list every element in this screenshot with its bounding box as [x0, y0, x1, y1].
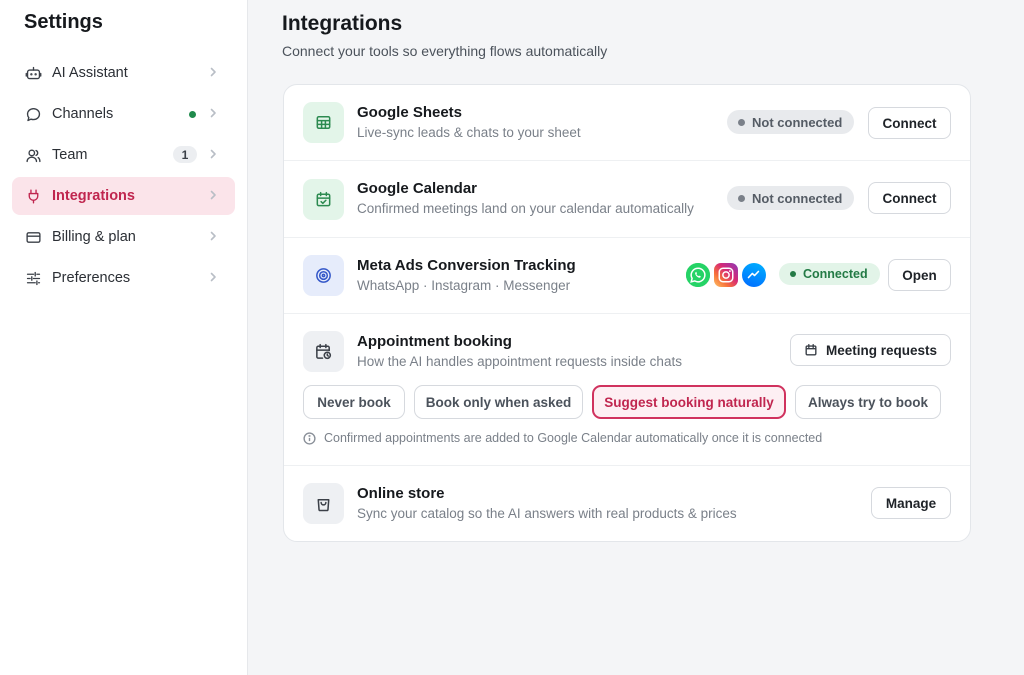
manage-online-store-button[interactable]: Manage	[871, 487, 951, 519]
sidebar-title: Settings	[24, 11, 103, 33]
sidebar-item-label: Billing & plan	[52, 229, 136, 245]
sidebar-item-preferences[interactable]: Preferences	[12, 259, 235, 297]
shopping-bag-icon	[303, 483, 344, 524]
status-label: Not connected	[752, 190, 843, 206]
integration-description: Sync your catalog so the AI answers with…	[357, 506, 737, 521]
sidebar-item-label: Channels	[52, 106, 114, 122]
status-badge: Not connected	[727, 110, 855, 134]
status-badge: Connected	[779, 263, 880, 285]
sidebar-item-label: Team	[52, 147, 88, 163]
sidebar-item-label: Preferences	[52, 270, 131, 286]
status-dot	[738, 194, 745, 202]
sidebar-item-label: Integrations	[52, 188, 135, 204]
booking-option-suggest-naturally[interactable]: Suggest booking naturally	[592, 385, 786, 419]
team-count-badge: 1	[173, 146, 197, 163]
booking-option-never-book[interactable]: Never book	[303, 385, 405, 419]
integration-row-online-store: Online store Sync your catalog so the AI…	[284, 466, 970, 542]
sidebar-item-channels[interactable]: Channels	[12, 95, 235, 133]
status-label: Not connected	[752, 114, 843, 130]
integration-description: Confirmed meetings land on your calendar…	[357, 201, 694, 216]
integration-description: How the AI handles appointment requests …	[357, 354, 682, 369]
users-icon	[24, 146, 42, 164]
integration-row-meta-ads: Meta Ads Conversion Tracking WhatsApp · …	[284, 238, 970, 314]
info-icon	[303, 431, 316, 445]
integration-description: WhatsApp · Instagram · Messenger	[357, 278, 571, 293]
integration-row-google-calendar: Google Calendar Confirmed meetings land …	[284, 161, 970, 238]
status-label: Connected	[803, 267, 868, 281]
sidebar: Settings AI Assistant Channels Team 1 In…	[0, 0, 248, 675]
booking-info-text: Confirmed appointments are added to Goog…	[324, 431, 823, 445]
sidebar-item-billing[interactable]: Billing & plan	[12, 218, 235, 256]
meeting-requests-label: Meeting requests	[825, 342, 938, 358]
chevron-right-icon	[207, 66, 221, 80]
chevron-right-icon	[207, 148, 221, 162]
sidebar-item-ai-assistant[interactable]: AI Assistant	[12, 54, 235, 92]
booking-option-always-book[interactable]: Always try to book	[795, 385, 941, 419]
integration-description: Live-sync leads & chats to your sheet	[357, 125, 581, 140]
messenger-icon	[742, 263, 766, 287]
status-dot	[738, 118, 745, 126]
whatsapp-icon	[686, 263, 710, 287]
integration-title: Appointment booking	[357, 333, 512, 350]
sidebar-item-integrations[interactable]: Integrations	[12, 177, 235, 215]
status-badge: Not connected	[727, 186, 855, 210]
channel-status-dot	[189, 111, 196, 118]
target-icon	[303, 255, 344, 296]
integration-title: Google Calendar	[357, 180, 478, 197]
chevron-right-icon	[207, 107, 221, 121]
sidebar-nav: AI Assistant Channels Team 1 Integration…	[12, 54, 235, 300]
open-meta-ads-button[interactable]: Open	[888, 259, 951, 291]
booking-option-book-when-asked[interactable]: Book only when asked	[414, 385, 583, 419]
spreadsheet-icon	[303, 102, 344, 143]
chevron-right-icon	[207, 271, 221, 285]
connect-google-sheets-button[interactable]: Connect	[868, 107, 951, 139]
page-title: Integrations	[282, 12, 403, 35]
integration-title: Online store	[357, 485, 445, 502]
integration-title: Meta Ads Conversion Tracking	[357, 257, 576, 274]
connect-google-calendar-button[interactable]: Connect	[868, 182, 951, 214]
bot-icon	[24, 64, 42, 82]
integration-row-google-sheets: Google Sheets Live-sync leads & chats to…	[284, 85, 970, 161]
chevron-right-icon	[207, 230, 221, 244]
sidebar-item-label: AI Assistant	[52, 65, 128, 81]
plug-icon	[24, 187, 42, 205]
booking-info-note: Confirmed appointments are added to Goog…	[303, 431, 822, 445]
status-dot	[790, 271, 796, 277]
calendar-icon	[805, 344, 817, 356]
calendar-clock-icon	[303, 331, 344, 372]
chat-bubble-icon	[24, 105, 42, 123]
instagram-icon	[714, 263, 738, 287]
sidebar-item-team[interactable]: Team 1	[12, 136, 235, 174]
calendar-check-icon	[303, 179, 344, 220]
integration-title: Google Sheets	[357, 104, 463, 121]
meeting-requests-button[interactable]: Meeting requests	[790, 334, 951, 366]
integrations-card: Google Sheets Live-sync leads & chats to…	[283, 84, 971, 542]
page-subtitle: Connect your tools so everything flows a…	[282, 43, 608, 59]
sliders-icon	[24, 269, 42, 287]
chevron-right-icon	[207, 189, 221, 203]
credit-card-icon	[24, 228, 42, 246]
